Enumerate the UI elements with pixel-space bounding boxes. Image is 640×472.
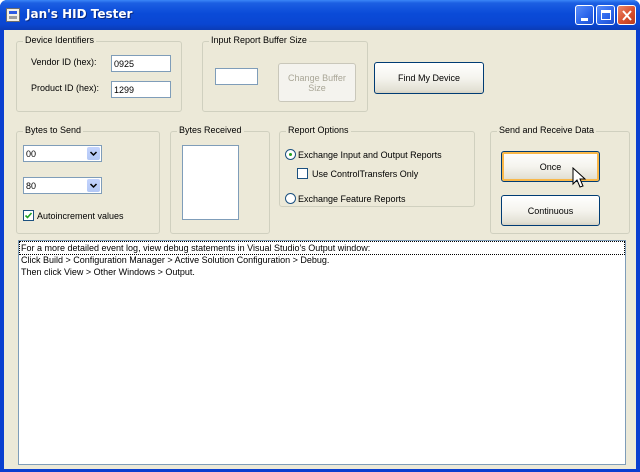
buffer-size-input[interactable] (215, 68, 258, 85)
bytes-to-send-title: Bytes to Send (23, 125, 84, 135)
find-my-device-button[interactable]: Find My Device (374, 62, 484, 94)
app-icon (6, 8, 20, 22)
byte1-select[interactable]: 00 (23, 145, 102, 162)
event-log-listbox[interactable]: For a more detailed event log, view debu… (18, 240, 626, 465)
byte2-select[interactable]: 80 (23, 177, 102, 194)
autoincrement-checkbox[interactable] (23, 210, 34, 221)
report-options-title: Report Options (286, 125, 351, 135)
exchange-io-radio[interactable] (285, 149, 296, 160)
log-line[interactable]: For a more detailed event log, view debu… (19, 241, 625, 255)
main-window: Jan's HID Tester Device Identifiers Vend… (0, 0, 640, 472)
log-line[interactable]: Click Build > Configuration Manager > Ac… (20, 254, 329, 266)
close-icon (622, 10, 632, 21)
bytes-received-title: Bytes Received (177, 125, 244, 135)
once-label: Once (539, 161, 562, 172)
checkmark-icon (24, 212, 33, 219)
minimize-icon (581, 18, 588, 21)
vendor-id-input[interactable]: 0925 (111, 55, 171, 72)
byte1-value: 00 (26, 149, 37, 159)
device-identifiers-title: Device Identifiers (23, 35, 97, 45)
minimize-button[interactable] (575, 5, 594, 25)
find-my-device-label: Find My Device (397, 73, 460, 83)
exchange-feature-label: Exchange Feature Reports (298, 194, 406, 204)
change-buffer-size-label: Change Buffer Size (288, 72, 346, 93)
control-transfers-label: Use ControlTransfers Only (312, 169, 419, 179)
device-identifiers-group: Device Identifiers (16, 35, 182, 112)
change-buffer-size-button[interactable]: Change Buffer Size (278, 63, 356, 102)
maximize-icon (601, 10, 611, 20)
exchange-io-label: Exchange Input and Output Reports (298, 150, 442, 160)
control-transfers-checkbox[interactable] (297, 168, 308, 179)
bytes-received-listbox[interactable] (182, 145, 239, 220)
continuous-button[interactable]: Continuous (501, 195, 600, 226)
mouse-cursor-icon (572, 167, 587, 188)
exchange-feature-radio[interactable] (285, 193, 296, 204)
input-report-buffer-title: Input Report Buffer Size (209, 35, 309, 45)
byte2-value: 80 (26, 181, 37, 191)
vendor-id-label: Vendor ID (hex): (31, 57, 97, 67)
window-title: Jan's HID Tester (26, 7, 133, 21)
dropdown-arrow-icon (87, 179, 100, 192)
close-button[interactable] (617, 5, 636, 25)
continuous-label: Continuous (527, 205, 574, 216)
title-bar[interactable]: Jan's HID Tester (0, 0, 640, 30)
product-id-label: Product ID (hex): (31, 83, 100, 93)
send-receive-title: Send and Receive Data (497, 125, 597, 135)
client-area: Device Identifiers Vendor ID (hex): 0925… (4, 30, 636, 469)
product-id-input[interactable]: 1299 (111, 81, 171, 98)
log-line[interactable]: Then click View > Other Windows > Output… (20, 266, 195, 278)
autoincrement-label: Autoincrement values (37, 211, 124, 221)
maximize-button[interactable] (596, 5, 615, 25)
dropdown-arrow-icon (87, 147, 100, 160)
